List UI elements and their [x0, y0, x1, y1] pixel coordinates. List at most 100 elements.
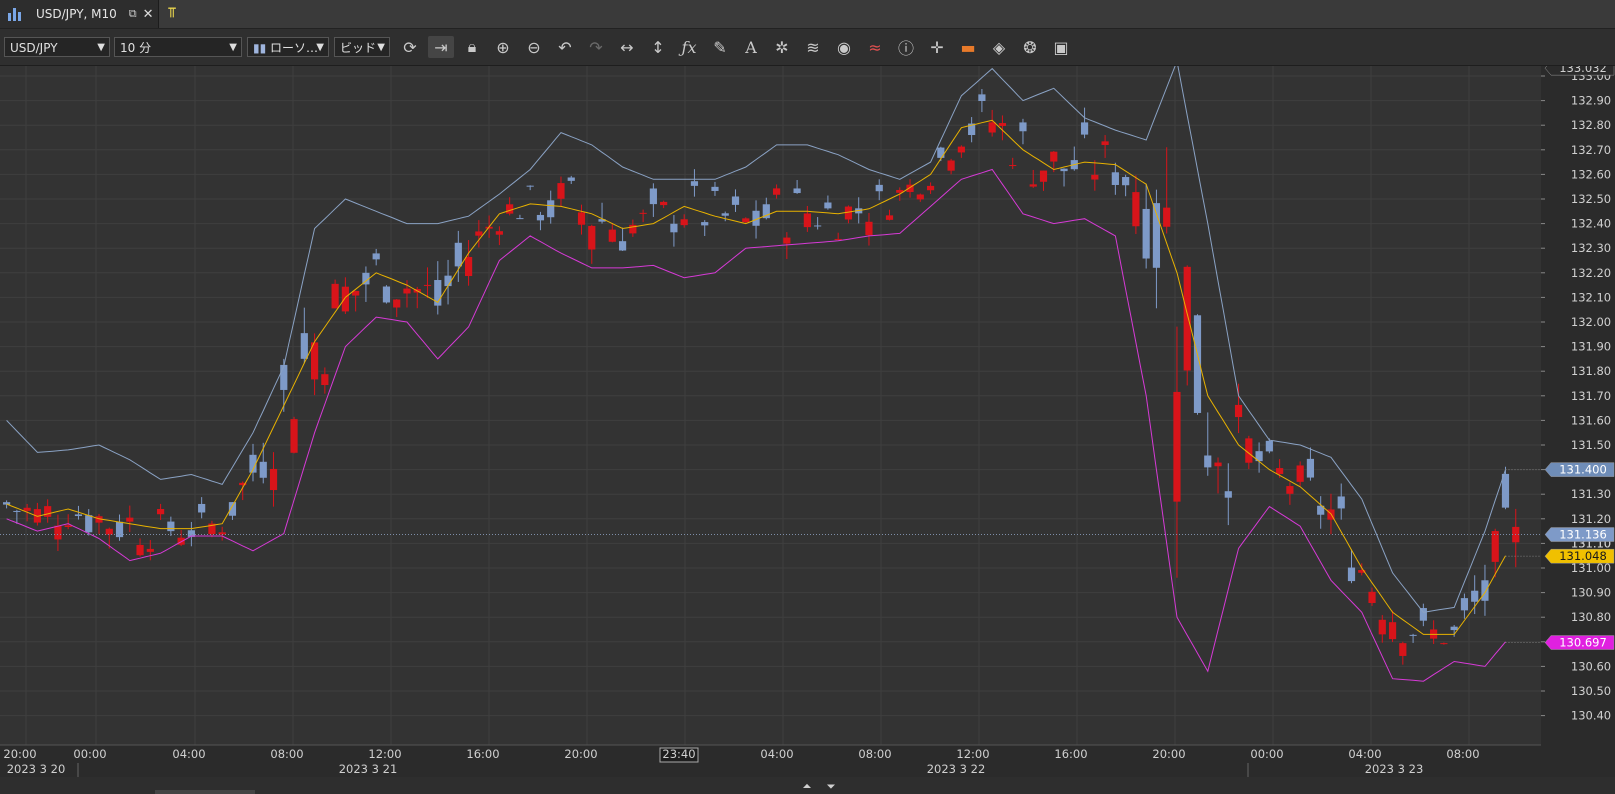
candle [957, 146, 965, 153]
price-chart[interactable]: 133.00132.90132.80132.70132.60132.50132.… [0, 66, 1615, 794]
close-icon[interactable]: ✕ [143, 7, 154, 22]
date-label: 2023 3 21 [339, 762, 398, 776]
eye-icon[interactable]: ◉ [831, 36, 857, 58]
price-tick-label: 130.40 [1571, 709, 1611, 723]
chart-shift-icon[interactable]: ≈ [862, 36, 888, 58]
candle [198, 503, 206, 513]
paint-bucket-icon[interactable]: ◈ [986, 36, 1012, 58]
candle [793, 188, 801, 194]
candle [146, 548, 154, 552]
candle [403, 288, 411, 294]
candle [331, 283, 339, 309]
chart-toolbar: USD/JPY ▼ 10 分 ▼ ▮▮ ローソ… ▼ ビッド ▼ ⟳ ⇥ 🔒︎ ⊕ ⊖ … [0, 29, 1615, 66]
horizontal-scale-icon[interactable]: ↔ [614, 36, 640, 58]
chevron-down-icon: ▼ [229, 42, 237, 53]
text-tool-icon[interactable]: A [738, 36, 764, 58]
add-chart-icon[interactable]: ⫪ [168, 5, 188, 23]
scroll-thumb [155, 790, 255, 794]
candle [670, 223, 678, 233]
date-label: 2023 3 20 [7, 762, 66, 776]
price-tick-label: 132.20 [1571, 266, 1611, 280]
popout-icon[interactable]: ⧉ [129, 7, 137, 21]
timeframe-select[interactable]: 10 分 ▼ [114, 37, 242, 57]
price-tick-label: 131.50 [1571, 438, 1611, 452]
redo-icon[interactable]: ↷ [583, 36, 609, 58]
chart-tab-title: USD/JPY, M10 [36, 7, 117, 21]
chart-tab[interactable]: USD/JPY, M10 ⧉ ✕ [0, 0, 159, 28]
price-tick-label: 131.20 [1571, 512, 1611, 526]
zoom-out-icon[interactable]: ⊖ [521, 36, 547, 58]
candle [680, 219, 688, 226]
panel-handles[interactable]: ⏶ ⏷ [0, 777, 1615, 794]
price-side-select[interactable]: ビッド ▼ [334, 37, 390, 57]
candle [1080, 122, 1089, 135]
candle [526, 185, 534, 187]
indicator-fx-icon[interactable]: ƒx [676, 36, 702, 58]
candle [844, 206, 853, 220]
price-tick-label: 132.80 [1571, 118, 1611, 132]
candle [44, 506, 52, 517]
candle [885, 215, 894, 220]
candle [639, 212, 647, 214]
info-icon[interactable]: ⓘ [893, 36, 919, 58]
candle [926, 185, 935, 191]
candle [814, 225, 822, 227]
time-tick-label: 08:00 [270, 747, 303, 761]
objects-icon[interactable]: ✲ [769, 36, 795, 58]
candle [372, 253, 380, 260]
chart-style-select[interactable]: ▮▮ ローソ… ▼ [247, 37, 329, 57]
candle [557, 183, 565, 199]
candle [13, 510, 21, 512]
zoom-in-icon[interactable]: ⊕ [490, 36, 516, 58]
candle [1009, 165, 1017, 167]
candle [280, 364, 288, 390]
symbol-select[interactable]: USD/JPY ▼ [4, 37, 110, 57]
candle [1347, 567, 1356, 582]
lock-icon[interactable]: 🔒︎ [459, 36, 485, 58]
refresh-icon[interactable]: ⟳ [397, 36, 423, 58]
candle [1234, 404, 1243, 418]
candle [803, 213, 811, 228]
candle [259, 461, 267, 478]
candle [690, 181, 699, 186]
time-tick-label: 16:00 [1054, 747, 1087, 761]
layers-icon[interactable]: ≋ [800, 36, 826, 58]
save-icon[interactable]: ▣ [1048, 36, 1074, 58]
candle [711, 186, 719, 191]
candle [1204, 455, 1212, 468]
candle [1450, 626, 1458, 631]
candle [1091, 174, 1099, 180]
candle [1060, 168, 1068, 172]
autoscroll-icon[interactable]: ⇥ [428, 36, 454, 58]
price-tick-label: 131.90 [1571, 340, 1611, 354]
crosshair-icon[interactable]: ✛ [924, 36, 950, 58]
draw-pencil-icon[interactable]: ✎ [707, 36, 733, 58]
candle [321, 374, 329, 386]
candle [1471, 590, 1479, 602]
candle [937, 147, 945, 158]
chevron-down-icon: ▼ [377, 42, 385, 53]
candle [660, 201, 668, 206]
color-scheme-icon[interactable]: ▬ [955, 36, 981, 58]
vertical-scale-icon[interactable]: ↕ [645, 36, 671, 58]
candle [1245, 438, 1253, 463]
time-tick-label: 08:00 [858, 747, 891, 761]
undo-icon[interactable]: ↶ [552, 36, 578, 58]
candle [536, 214, 545, 221]
mid-band-badge-label: 131.048 [1559, 549, 1607, 563]
candle [865, 221, 873, 236]
candle [64, 525, 72, 527]
candle [1163, 207, 1171, 227]
candle [1224, 491, 1232, 498]
top-price-badge-label: 133.032 [1559, 66, 1607, 75]
chart-area[interactable]: 133.00 132.90 132.80 132.70 132.60 132.50 132.… [0, 66, 1615, 794]
time-tick-label: 00:00 [73, 747, 106, 761]
candle [393, 299, 401, 308]
cycle-icon[interactable]: ❂ [1017, 36, 1043, 58]
candle [464, 256, 473, 277]
candle [136, 544, 144, 556]
candle [875, 184, 883, 192]
candle [54, 525, 62, 540]
candle [23, 507, 31, 511]
candle [731, 196, 740, 205]
